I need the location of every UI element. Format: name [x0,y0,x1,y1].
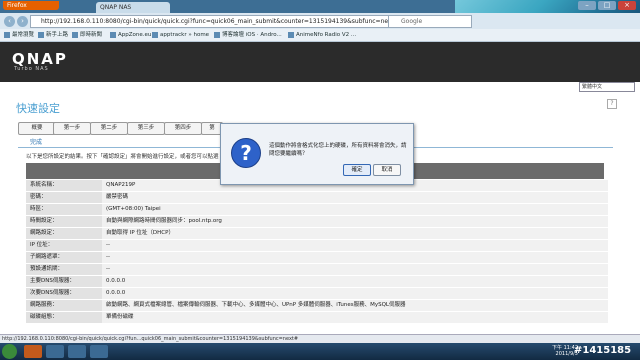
cancel-button[interactable]: 取消 [373,164,401,176]
search-input[interactable]: Google [388,15,472,28]
bookmark-icon [288,31,294,38]
table-row: 磁碟組態： 單備份磁碟 [26,312,608,323]
firefox-menu-button[interactable]: Firefox [3,1,59,10]
minimize-icon[interactable]: – [578,1,596,10]
step-1-button[interactable]: 第一步 [53,122,91,135]
language-select[interactable]: 繁體中文 [579,82,635,92]
maximize-icon[interactable]: □ [598,1,616,10]
browser-statusbar: http://192.168.0.110:8080/cgi-bin/quick/… [0,334,640,343]
table-row: IP 位址： -- [26,240,608,251]
confirm-dialog: ? 這個動作將會格式化您上的硬碟，所有資料將會消失，請問您要繼續嗎？ 確定 取消 [220,123,414,185]
row-value: (GMT+08:00) Taipei [102,204,608,215]
table-row: 密碼： 嚴禁密碼 [26,192,608,203]
back-icon[interactable]: ‹ [4,16,15,27]
ok-button[interactable]: 確定 [343,164,371,176]
row-key: 時間設定： [26,216,102,227]
taskbar-app-icon[interactable] [46,345,64,358]
table-row: 時區： (GMT+08:00) Taipei [26,204,608,215]
qnap-logo-subtitle: Turbo NAS [14,66,49,72]
bookmark-item[interactable]: 新手上路 [38,30,68,40]
table-row: 預設通訊閘： -- [26,264,608,275]
bookmark-icon [152,31,158,38]
row-value: 自動取得 IP 位址（DHCP） [102,228,608,239]
row-key: 預設通訊閘： [26,264,102,275]
windows-taskbar: 下午 11:42 2011/9/5 [0,343,640,360]
row-value: 單備份磁碟 [102,312,608,323]
row-key: 次要DNS伺服器： [26,288,102,299]
step-overview-button[interactable]: 概要 [18,122,56,135]
step-2-button[interactable]: 第二步 [90,122,128,135]
taskbar-app-icon[interactable] [90,345,108,358]
step-4-button[interactable]: 第四步 [164,122,202,135]
table-row: 次要DNS伺服器： 0.0.0.0 [26,288,608,299]
bookmark-icon [72,31,78,38]
row-key: 網路設定： [26,228,102,239]
table-row: 網路服務： 啟動網路、網頁式檔案總管、檔案傳輸伺服器、下載中心、多媒體中心、UPn… [26,300,608,311]
row-key: 子網路遮罩： [26,252,102,263]
bookmark-item[interactable]: AppZone.eu [110,30,151,40]
row-value: 0.0.0.0 [102,288,608,299]
table-row: 網路設定： 自動取得 IP 位址（DHCP） [26,228,608,239]
intro-text: 以下是您所設定的結果。按下「確認設定」將會開始進行設定，或者您可以點選 [26,154,219,160]
image-watermark: #1415185 [574,345,632,356]
bookmark-item[interactable]: 最常瀏覽 [4,30,34,40]
navigation-bar: ‹ › http://192.168.0.110:8080/cgi-bin/qu… [0,13,640,29]
page-title: 快速設定 [16,102,60,115]
bookmark-item[interactable]: 博客論壇 iOS · Andro... [214,30,282,40]
bookmark-icon [4,31,10,38]
row-value: 啟動網路、網頁式檔案總管、檔案傳輸伺服器、下載中心、多媒體中心、UPnP 多媒體… [102,300,608,311]
step-3-button[interactable]: 第三步 [127,122,165,135]
row-key: 時區： [26,204,102,215]
browser-tab[interactable]: QNAP NAS [96,2,170,13]
bookmarks-toolbar: 最常瀏覽 新手上路 即時新聞 AppZone.eu apptrackr » ho… [0,29,640,42]
help-icon[interactable]: ? [607,99,617,109]
row-value: -- [102,240,608,251]
row-value: -- [102,264,608,275]
row-value: 嚴禁密碼 [102,192,608,203]
firefox-taskbar-icon[interactable] [24,345,42,358]
start-button-icon[interactable] [2,344,17,359]
row-key: IP 位址： [26,240,102,251]
question-icon: ? [231,138,261,168]
table-row: 子網路遮罩： -- [26,252,608,263]
row-key: 密碼： [26,192,102,203]
row-value: 0.0.0.0 [102,276,608,287]
dialog-message: 這個動作將會格式化您上的硬碟，所有資料將會消失，請問您要繼續嗎？ [269,143,407,157]
bookmark-item[interactable]: AnimeNfo Radio V2 ... [288,30,356,40]
taskbar-app-icon[interactable] [68,345,86,358]
section-title: 完成 [30,139,43,146]
bookmark-icon [214,31,220,38]
close-icon[interactable]: × [618,1,636,10]
bookmark-icon [38,31,44,38]
row-key: 網路服務： [26,300,102,311]
url-input[interactable]: http://192.168.0.110:8080/cgi-bin/quick/… [30,15,392,28]
row-key: 磁碟組態： [26,312,102,323]
forward-icon[interactable]: › [17,16,28,27]
table-row: 時間設定： 自動與網際網路時間伺服器同步：pool.ntp.org [26,216,608,227]
bookmark-icon [110,31,116,38]
qnap-header [0,42,640,82]
row-value: -- [102,252,608,263]
bookmark-item[interactable]: apptrackr » home [152,30,209,40]
row-key: 系統名稱： [26,180,102,191]
row-value: 自動與網際網路時間伺服器同步：pool.ntp.org [102,216,608,227]
row-key: 主要DNS伺服器： [26,276,102,287]
bookmark-item[interactable]: 即時新聞 [72,30,102,40]
table-row: 主要DNS伺服器： 0.0.0.0 [26,276,608,287]
